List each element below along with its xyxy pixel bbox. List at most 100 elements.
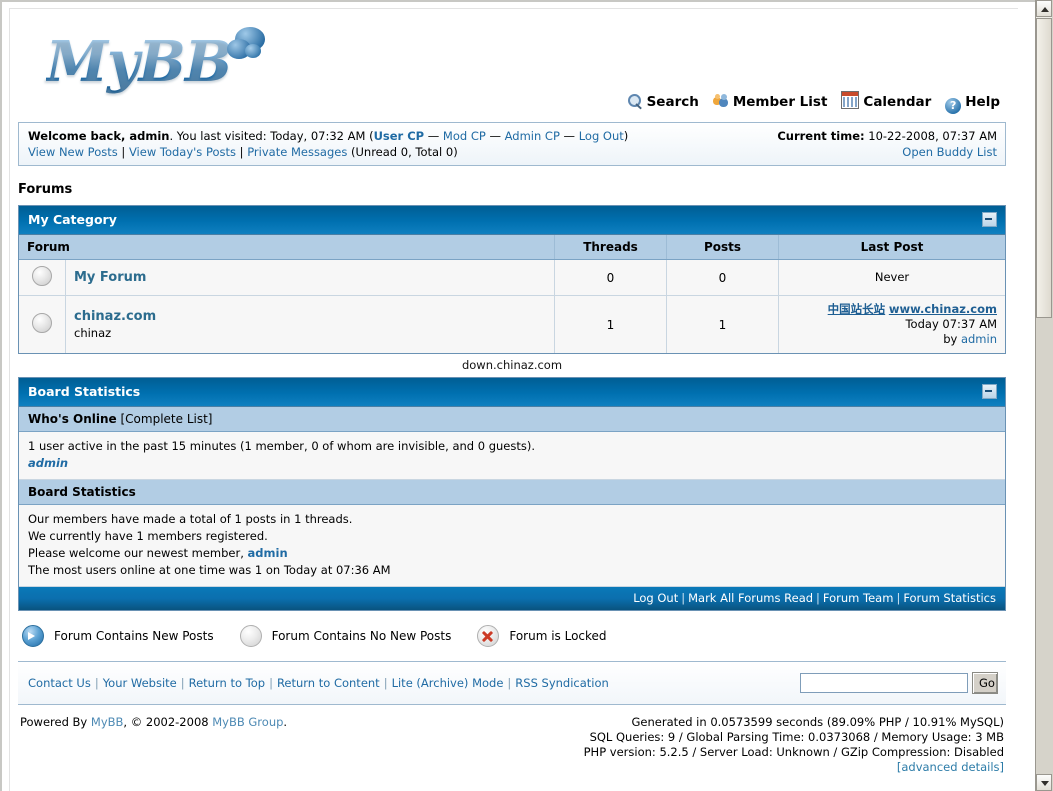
return-to-top-link[interactable]: Return to Top (189, 676, 265, 690)
copyright-period: . (283, 715, 288, 729)
welcome-quicklinks: View New Posts | View Today's Posts | Pr… (28, 145, 458, 159)
forum-no-new-posts-icon[interactable] (32, 313, 52, 333)
table-row: chinaz.com chinaz 1 1 中国站长站 www.chinaz.c… (19, 295, 1005, 353)
bottom-bar: Contact Us | Your Website | Return to Top | Re… (18, 661, 1006, 705)
table-row: My Forum 0 0 Never (19, 259, 1005, 296)
legend-label-new-posts: Forum Contains New Posts (54, 629, 214, 643)
minus-icon[interactable] (982, 384, 997, 399)
user-cp-link[interactable]: User CP (374, 129, 425, 143)
stat-line-members: We currently have 1 members registered. (28, 529, 268, 543)
bottom-links: Contact Us | Your Website | Return to Top | Re… (28, 676, 609, 690)
nav-member-list-link[interactable]: Member List (712, 94, 827, 110)
forum-no-new-posts-icon[interactable] (32, 266, 52, 286)
open-buddy-list-link[interactable]: Open Buddy List (902, 145, 997, 159)
online-user-link[interactable]: admin (28, 456, 68, 470)
board-statistics-subheading: Board Statistics (28, 485, 136, 499)
footer-stat-php: PHP version: 5.2.5 / Server Load: Unknow… (583, 745, 1004, 759)
scroll-down-button[interactable] (1036, 774, 1052, 791)
board-statistics-header: Board Statistics (19, 378, 1005, 407)
rss-syndication-link[interactable]: RSS Syndication (515, 676, 609, 690)
footer-link-forum-statistics[interactable]: Forum Statistics (903, 591, 996, 605)
current-time-label: Current time: (777, 129, 865, 143)
forum-status-cell (19, 295, 66, 353)
board-statistics-footer-links: Log Out | Mark All Forums Read | Forum Team |… (19, 587, 1005, 610)
page-content-frame: MyBB Search Member List Calendar? Help Welc… (9, 8, 1018, 791)
forum-link-my-forum[interactable]: My Forum (74, 270, 146, 285)
view-new-posts-link[interactable]: View New Posts (28, 145, 118, 159)
legend-item-locked: Forum is Locked (477, 625, 607, 647)
footer-link-forum-team[interactable]: Forum Team (823, 591, 894, 605)
current-time-value: 10-22-2008, 07:37 AM (864, 129, 997, 143)
powered-by: Powered By MyBB, © 2002-2008 MyBB Group. (20, 715, 287, 775)
stat-line-most-online: The most users online at one time was 1 … (28, 563, 391, 577)
last-post-author-line: by admin (787, 332, 997, 347)
vertical-scrollbar[interactable] (1035, 0, 1053, 791)
forum-threads-count: 0 (554, 259, 667, 296)
nav-help-link[interactable]: ? Help (945, 94, 1000, 114)
forum-link-chinaz[interactable]: chinaz.com (74, 309, 156, 324)
last-post-thread-title-cn[interactable]: 中国站长站 (828, 302, 886, 316)
last-post-time: Today 07:37 AM (905, 317, 997, 331)
nav-calendar-label: Calendar (863, 94, 932, 110)
forum-status-cell (19, 259, 66, 296)
footer-debug-stats: Generated in 0.0573599 seconds (89.09% P… (584, 715, 1004, 775)
whos-online-body: 1 user active in the past 15 minutes (1 … (19, 432, 1005, 480)
complete-list-link[interactable]: [Complete List] (117, 412, 212, 426)
footer-link-log-out[interactable]: Log Out (633, 591, 678, 605)
last-post-thread-title-url[interactable]: www.chinaz.com (889, 302, 997, 316)
copyright-mid: , © 2002-2008 (123, 715, 213, 729)
welcome-bar: Welcome back, admin. You last visited: T… (18, 122, 1006, 166)
scrollbar-thumb[interactable] (1036, 18, 1052, 318)
mybb-link[interactable]: MyBB (91, 715, 124, 729)
return-to-content-link[interactable]: Return to Content (277, 676, 380, 690)
forum-posts-count: 1 (666, 295, 779, 353)
category-title: My Category (28, 212, 117, 227)
last-post-author-link[interactable]: admin (961, 332, 997, 346)
nav-help-label: Help (965, 94, 1000, 110)
column-header-forum: Forum (19, 235, 555, 260)
current-time: Current time: 10-22-2008, 07:37 AM (777, 128, 997, 144)
forum-content: MyBB Search Member List Calendar? Help Welc… (10, 9, 1014, 781)
nav-search-link[interactable]: Search (627, 94, 699, 110)
forum-new-posts-icon (22, 625, 44, 647)
site-logo[interactable]: MyBB (10, 9, 1014, 95)
buddy-list-area: Open Buddy List (902, 144, 997, 160)
mod-cp-link[interactable]: Mod CP (443, 129, 486, 143)
forum-last-post: Never (778, 259, 1005, 296)
scroll-up-button[interactable] (1036, 0, 1052, 17)
search-input[interactable] (800, 673, 968, 693)
page-root: MyBB Search Member List Calendar? Help Welc… (0, 0, 1053, 791)
category-header: My Category (19, 206, 1005, 235)
admin-cp-link[interactable]: Admin CP (505, 129, 560, 143)
page-title: Forums (18, 182, 73, 197)
board-statistics-title: Board Statistics (28, 384, 141, 399)
stat-line-posts: Our members have made a total of 1 posts… (28, 512, 353, 526)
search-icon (627, 93, 643, 110)
help-icon: ? (945, 98, 962, 114)
forum-legend: Forum Contains New Posts Forum Contains … (10, 611, 1014, 661)
whos-online-header: Who's Online [Complete List] (19, 407, 1005, 432)
powered-prefix: Powered By (20, 715, 91, 729)
forum-threads-count: 1 (554, 295, 667, 353)
forum-info-cell: chinaz.com chinaz (65, 295, 555, 353)
last-post-title-line: 中国站长站 www.chinaz.com (787, 302, 997, 317)
welcome-lastvisit: . You last visited: Today, 07:32 AM ( (169, 129, 374, 143)
watermark-text: down.chinaz.com (461, 358, 563, 372)
welcome-dash-2: — (485, 129, 505, 143)
lite-archive-mode-link[interactable]: Lite (Archive) Mode (392, 676, 504, 690)
category-table: My Category Forum Threads Posts Last Pos… (18, 205, 1006, 354)
footer-search-form: Go (800, 672, 998, 694)
footer-link-mark-all-read[interactable]: Mark All Forums Read (688, 591, 813, 605)
contact-us-link[interactable]: Contact Us (28, 676, 91, 690)
nav-calendar-link[interactable]: Calendar (841, 91, 932, 110)
minus-icon[interactable] (982, 212, 997, 227)
log-out-link[interactable]: Log Out (579, 129, 624, 143)
go-button[interactable]: Go (972, 672, 998, 694)
your-website-link[interactable]: Your Website (103, 676, 177, 690)
view-todays-posts-link[interactable]: View Today's Posts (129, 145, 236, 159)
forum-description: chinaz (74, 326, 112, 340)
private-messages-link[interactable]: Private Messages (247, 145, 347, 159)
advanced-details-link[interactable]: [advanced details] (897, 760, 1004, 774)
newest-member-link[interactable]: admin (248, 546, 288, 560)
mybb-group-link[interactable]: MyBB Group (212, 715, 283, 729)
